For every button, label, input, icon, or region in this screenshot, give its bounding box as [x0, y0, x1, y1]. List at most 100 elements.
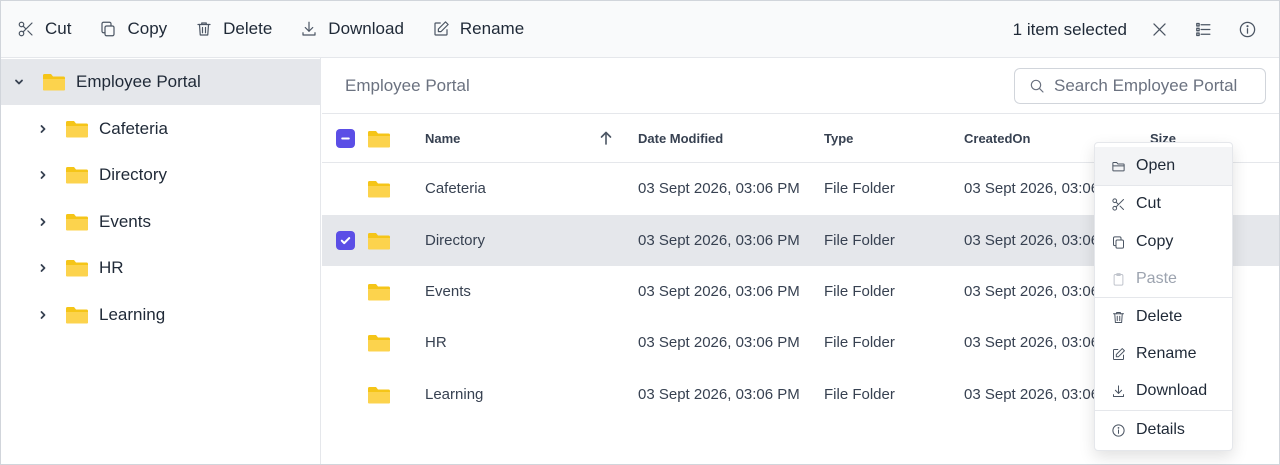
cell-type: File Folder	[824, 283, 895, 300]
sort-up-icon	[600, 131, 612, 145]
minus-icon	[341, 137, 350, 140]
select-all-checkbox[interactable]	[336, 129, 355, 148]
close-icon	[1152, 23, 1166, 36]
info-icon	[1112, 423, 1125, 437]
nav-item-label: Learning	[99, 305, 166, 324]
download-button[interactable]: Download	[296, 11, 408, 47]
paste-icon	[1113, 272, 1124, 286]
copy-icon	[101, 21, 116, 37]
cell-type: File Folder	[824, 232, 895, 249]
cell-date-modified: 03 Sept 2026, 03:06 PM	[638, 180, 800, 197]
nav-item-label: Directory	[99, 165, 168, 184]
address-bar: Employee Portal	[322, 58, 1279, 114]
navigation-pane: Employee Portal Cafeteria Directory Even…	[1, 58, 321, 464]
chevron-right-icon[interactable]	[37, 123, 49, 135]
sort-button[interactable]	[598, 114, 614, 162]
menu-item-label: Download	[1136, 382, 1208, 399]
folder-icon	[65, 305, 89, 325]
menu-item-open[interactable]: Open	[1095, 147, 1232, 185]
download-icon	[302, 21, 316, 36]
folder-icon	[367, 129, 391, 149]
cell-name: Cafeteria	[425, 180, 486, 197]
column-header-label: Date Modified	[638, 130, 724, 146]
menu-item-delete[interactable]: Delete	[1095, 298, 1232, 336]
cell-name: HR	[425, 334, 447, 351]
search-input[interactable]	[1054, 76, 1254, 96]
trash-icon	[197, 22, 211, 36]
folder-icon	[65, 212, 89, 232]
cell-type: File Folder	[824, 334, 895, 351]
copy-icon	[1113, 235, 1124, 249]
cell-name: Directory	[425, 232, 486, 249]
column-header-created-on[interactable]: CreatedOn	[964, 114, 1030, 162]
context-menu: Open Cut Copy Paste Delete Rename Downlo…	[1094, 142, 1233, 451]
menu-item-label: Details	[1136, 421, 1185, 438]
menu-item-label: Copy	[1136, 233, 1174, 250]
column-header-type[interactable]: Type	[824, 114, 853, 162]
nav-item-cafeteria[interactable]: Cafeteria	[1, 106, 321, 152]
chevron-down-icon[interactable]	[13, 76, 25, 88]
column-header-date-modified[interactable]: Date Modified	[638, 114, 723, 162]
menu-item-rename[interactable]: Rename	[1095, 335, 1232, 373]
menu-item-label: Cut	[1136, 195, 1161, 212]
selection-count: 1 item selected	[1012, 19, 1127, 39]
folder-icon	[367, 179, 391, 199]
rename-button[interactable]: Rename	[428, 11, 528, 47]
check-icon	[340, 237, 351, 245]
nav-item-root[interactable]: Employee Portal	[1, 59, 321, 105]
cell-date-modified: 03 Sept 2026, 03:06 PM	[638, 334, 800, 351]
row-checkbox[interactable]	[336, 231, 355, 250]
folder-icon	[65, 258, 89, 278]
folder-icon	[42, 72, 66, 92]
cell-type: File Folder	[824, 180, 895, 197]
chevron-right-icon[interactable]	[37, 169, 49, 181]
scissors-icon	[18, 21, 33, 37]
edit-icon	[434, 21, 449, 36]
toolbar-right: 1 item selected	[1013, 1, 1279, 58]
nav-item-hr[interactable]: HR	[1, 245, 321, 291]
menu-item-paste: Paste	[1095, 260, 1232, 298]
list-icon	[1195, 22, 1210, 37]
trash-icon	[1113, 311, 1124, 323]
download-label: Download	[328, 19, 404, 38]
details-button[interactable]	[1225, 10, 1269, 50]
nav-item-learning[interactable]: Learning	[1, 292, 321, 338]
delete-button[interactable]: Delete	[191, 11, 276, 47]
search-icon	[1030, 79, 1044, 93]
rename-label: Rename	[459, 19, 525, 38]
menu-item-label: Delete	[1136, 308, 1183, 325]
folder-icon	[367, 231, 391, 251]
breadcrumb[interactable]: Employee Portal	[345, 76, 470, 96]
column-header-label: CreatedOn	[964, 130, 1031, 146]
column-header-label: Name	[425, 130, 461, 146]
menu-item-download[interactable]: Download	[1095, 372, 1232, 410]
nav-item-directory[interactable]: Directory	[1, 152, 321, 198]
menu-item-cut[interactable]: Cut	[1095, 185, 1232, 223]
download-icon	[1113, 384, 1124, 397]
cut-label: Cut	[45, 19, 72, 38]
cell-type: File Folder	[824, 386, 895, 403]
folder-icon	[65, 119, 89, 139]
search-box[interactable]	[1014, 68, 1266, 104]
column-header-name[interactable]: Name	[425, 114, 460, 162]
folder-icon	[367, 282, 391, 302]
menu-item-details[interactable]: Details	[1095, 411, 1232, 449]
menu-item-label: Paste	[1136, 270, 1177, 287]
menu-item-copy[interactable]: Copy	[1095, 223, 1232, 261]
folder-open-icon	[1112, 161, 1125, 171]
copy-button[interactable]: Copy	[95, 11, 171, 47]
cut-button[interactable]: Cut	[13, 11, 75, 47]
edit-icon	[1113, 347, 1125, 360]
folder-icon	[367, 333, 391, 353]
view-button[interactable]	[1181, 10, 1225, 50]
menu-item-label: Rename	[1136, 345, 1197, 362]
chevron-right-icon[interactable]	[37, 216, 49, 228]
nav-item-label: Employee Portal	[76, 72, 201, 91]
chevron-right-icon[interactable]	[37, 309, 49, 321]
info-icon	[1239, 21, 1255, 38]
folder-icon	[65, 165, 89, 185]
clear-selection-button[interactable]	[1137, 10, 1181, 50]
nav-item-label: HR	[99, 258, 124, 277]
nav-item-events[interactable]: Events	[1, 199, 321, 245]
chevron-right-icon[interactable]	[37, 262, 49, 274]
